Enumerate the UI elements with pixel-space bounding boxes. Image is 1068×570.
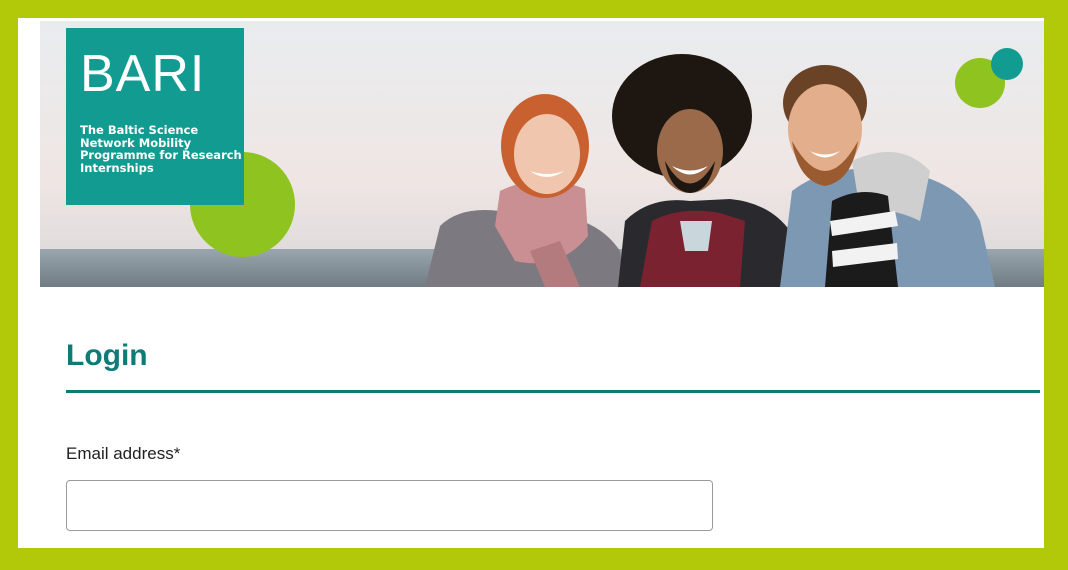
- logo-tagline: The Baltic Science Network Mobility Prog…: [80, 123, 242, 175]
- email-field[interactable]: [66, 480, 713, 531]
- page-title: Login: [66, 339, 148, 372]
- title-divider: [66, 390, 1040, 393]
- logo-title: BARI: [80, 45, 206, 103]
- page-frame: BARI The Baltic Science Network Mobility…: [18, 18, 1044, 548]
- email-label: Email address*: [66, 444, 181, 463]
- bari-logo[interactable]: BARI The Baltic Science Network Mobility…: [66, 28, 244, 205]
